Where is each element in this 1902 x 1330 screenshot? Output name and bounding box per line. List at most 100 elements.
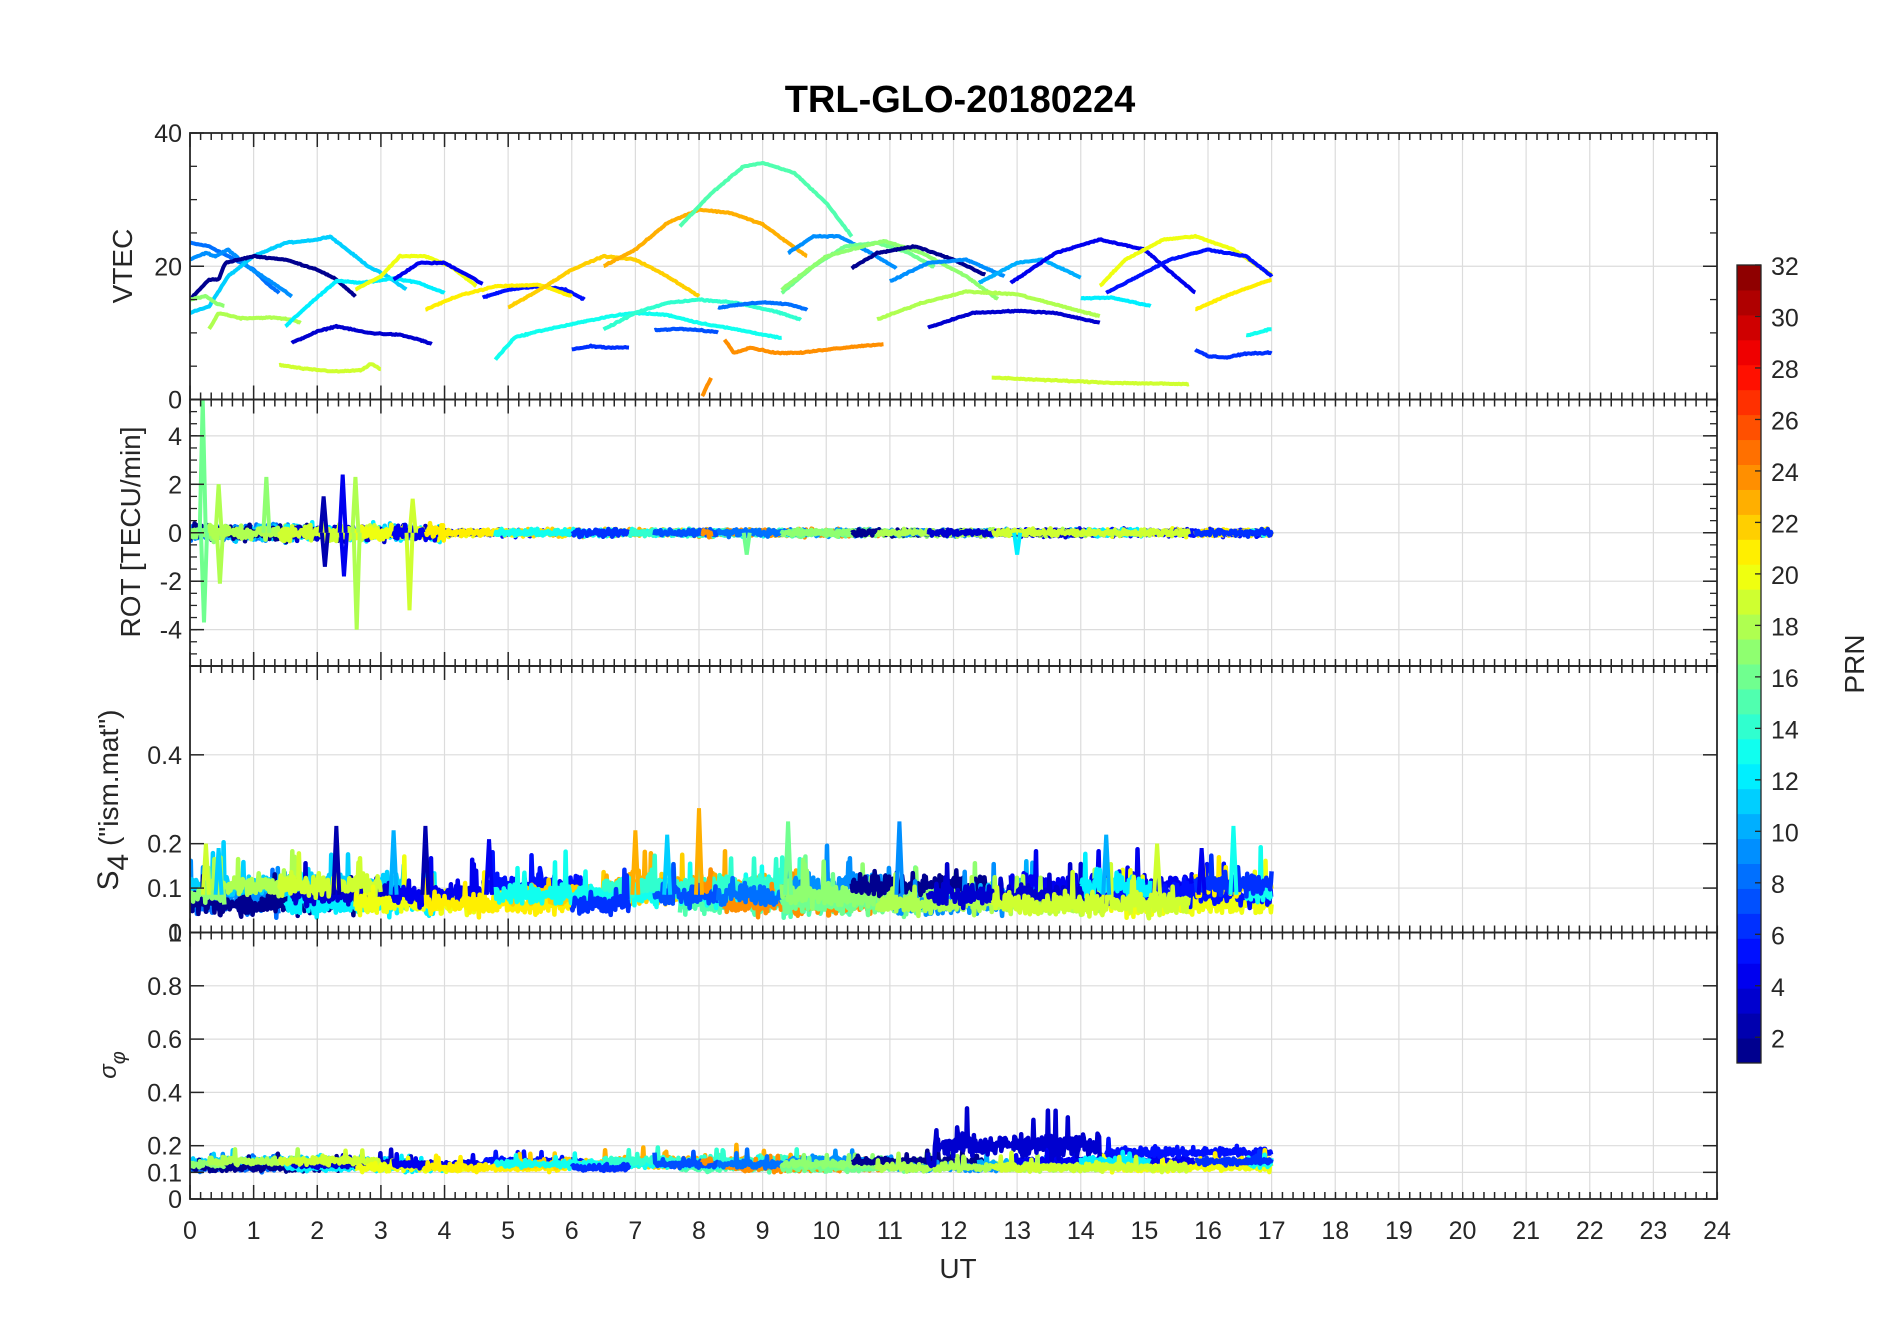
x-tick-label: 20	[1449, 1217, 1477, 1245]
colorbar-swatch-prn-12	[1737, 763, 1761, 790]
x-axis-label: UT	[939, 1253, 976, 1284]
x-tick-label: 17	[1258, 1217, 1286, 1245]
colorbar-tick-label: 32	[1771, 253, 1799, 281]
colorbar-tick-label: 12	[1771, 768, 1799, 796]
colorbar-swatch-prn-3	[1737, 988, 1761, 1014]
sigma-y-tick-label: 0.6	[147, 1026, 182, 1054]
sigma-series-prn-6	[569, 1161, 632, 1174]
colorbar-swatch-prn-24	[1737, 464, 1761, 490]
colorbar-tick-label: 28	[1771, 356, 1799, 384]
s4-y-tick-label: 0.2	[147, 831, 182, 859]
x-tick-label: 5	[501, 1217, 515, 1245]
colorbar-tick-label: 24	[1771, 459, 1799, 487]
colorbar-swatch-prn-14	[1737, 713, 1761, 740]
sigma-y-tick-label: 0.2	[147, 1133, 182, 1161]
x-tick-label: 14	[1067, 1217, 1095, 1245]
colorbar-swatch-prn-29	[1737, 339, 1761, 366]
x-tick-label: 7	[628, 1217, 642, 1245]
x-tick-label: 1	[247, 1217, 261, 1245]
colorbar-swatch-prn-30	[1737, 314, 1761, 341]
colorbar-swatch-prn-31	[1737, 289, 1761, 316]
sigma-y-tick-label: 0.8	[147, 973, 182, 1001]
colorbar-tick-label: 18	[1771, 613, 1799, 641]
figure-title: TRL-GLO-20180224	[785, 79, 1136, 121]
x-tick-label: 11	[877, 1217, 903, 1245]
x-tick-label: 9	[756, 1217, 770, 1245]
x-tick-label: 21	[1512, 1217, 1540, 1245]
rot-y-tick-label: 0	[168, 520, 182, 548]
colorbar-swatch-prn-19	[1737, 589, 1761, 615]
colorbar-tick-label: 6	[1771, 922, 1785, 950]
rot-axis-label: ROT [TECU/min]	[115, 426, 146, 637]
colorbar-swatch-prn-17	[1737, 639, 1761, 665]
colorbar-swatch-prn-20	[1737, 564, 1761, 590]
vtec-axis-label: VTEC	[107, 229, 138, 304]
x-tick-label: 12	[940, 1217, 968, 1245]
colorbar-swatch-prn-21	[1737, 539, 1761, 565]
x-tick-label: 24	[1703, 1217, 1731, 1245]
x-tick-label: 23	[1639, 1217, 1667, 1245]
colorbar-tick-label: 14	[1771, 716, 1799, 744]
sigma-y-tick-label: 0	[168, 1186, 182, 1214]
x-tick-label: 6	[565, 1217, 579, 1245]
colorbar-swatch-prn-22	[1737, 514, 1761, 540]
x-tick-label: 19	[1385, 1217, 1413, 1245]
rot-series-prn-6	[1193, 526, 1274, 539]
s4-subscript: 4	[102, 854, 135, 871]
colorbar-tick-label: 26	[1771, 407, 1799, 435]
colorbar-swatch-prn-4	[1737, 963, 1761, 989]
sigma-y-tick-label: 0.4	[147, 1079, 182, 1107]
colorbar-swatch-prn-10	[1737, 813, 1761, 840]
s4-label-suffix: ("ism.mat")	[93, 709, 124, 853]
colorbar-swatch-prn-32	[1737, 265, 1761, 291]
rot-y-tick-label: -4	[160, 617, 182, 645]
sigma-series-prn-24	[700, 1156, 714, 1166]
x-tick-label: 22	[1576, 1217, 1604, 1245]
colorbar-tick-label: 10	[1771, 819, 1799, 847]
vtec-y-tick-label: 20	[154, 253, 182, 281]
sigma-y-tick-label: 0.1	[147, 1159, 182, 1187]
s4-symbol: S	[92, 870, 125, 890]
colorbar-swatch-prn-7	[1737, 888, 1761, 914]
colorbar-tick-label: 2	[1771, 1025, 1785, 1053]
colorbar-swatch-prn-6	[1737, 913, 1761, 939]
colorbar-swatch-prn-13	[1737, 738, 1761, 765]
colorbar-label: PRN	[1839, 634, 1870, 693]
rot-y-tick-label: -2	[160, 568, 182, 596]
colorbar-tick-label: 8	[1771, 871, 1785, 899]
x-tick-label: 18	[1321, 1217, 1349, 1245]
x-tick-label: 0	[183, 1217, 197, 1245]
rot-y-tick-label: 4	[168, 423, 182, 451]
s4-y-tick-label: 0.1	[147, 875, 182, 903]
x-tick-label: 15	[1130, 1217, 1158, 1245]
colorbar-swatch-prn-18	[1737, 614, 1761, 640]
figure: TRL-GLO-20180224 02040-4-202400.10.20.40…	[0, 0, 1902, 1330]
x-tick-label: 2	[310, 1217, 324, 1245]
x-tick-label: 4	[438, 1217, 452, 1245]
x-tick-label: 13	[1003, 1217, 1031, 1245]
colorbar-tick-label: 4	[1771, 974, 1785, 1002]
colorbar-swatch-prn-11	[1737, 788, 1761, 815]
colorbar-swatch-prn-26	[1737, 414, 1761, 441]
colorbar-swatch-prn-23	[1737, 489, 1761, 515]
rot-y-tick-label: 2	[168, 471, 182, 499]
vtec-y-tick-label: 0	[168, 387, 182, 415]
colorbar-tick-label: 20	[1771, 562, 1799, 590]
colorbar-tick-label: 22	[1771, 510, 1799, 538]
colorbar-swatch-prn-8	[1737, 863, 1761, 889]
colorbar-tick-label: 16	[1771, 665, 1799, 693]
colorbar-swatch-prn-25	[1737, 439, 1761, 465]
sigma-subscript: φ	[108, 1051, 130, 1064]
x-tick-label: 8	[692, 1217, 706, 1245]
colorbar-swatch-prn-9	[1737, 838, 1761, 864]
colorbar-swatch-prn-15	[1737, 688, 1761, 715]
colorbar-swatch-prn-5	[1737, 938, 1761, 964]
sigma-y-tick-label: 1	[168, 920, 182, 948]
x-tick-label: 3	[374, 1217, 388, 1245]
x-tick-label: 10	[812, 1217, 840, 1245]
colorbar-tick-label: 30	[1771, 304, 1799, 332]
colorbar-swatch-prn-1	[1737, 1038, 1761, 1064]
vtec-y-tick-label: 40	[154, 120, 182, 148]
rot-series-prn-6	[570, 526, 631, 540]
colorbar-swatch-prn-27	[1737, 389, 1761, 416]
